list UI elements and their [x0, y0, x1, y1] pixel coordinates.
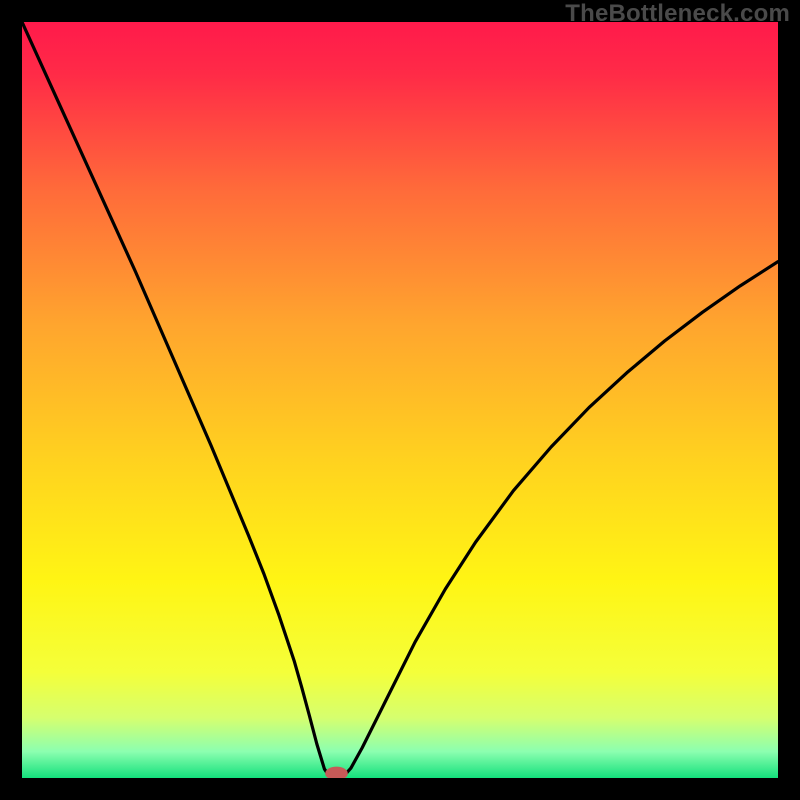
- bottleneck-chart: [22, 22, 778, 778]
- plot-area: [22, 22, 778, 778]
- chart-frame: TheBottleneck.com: [0, 0, 800, 800]
- gradient-background: [22, 22, 778, 778]
